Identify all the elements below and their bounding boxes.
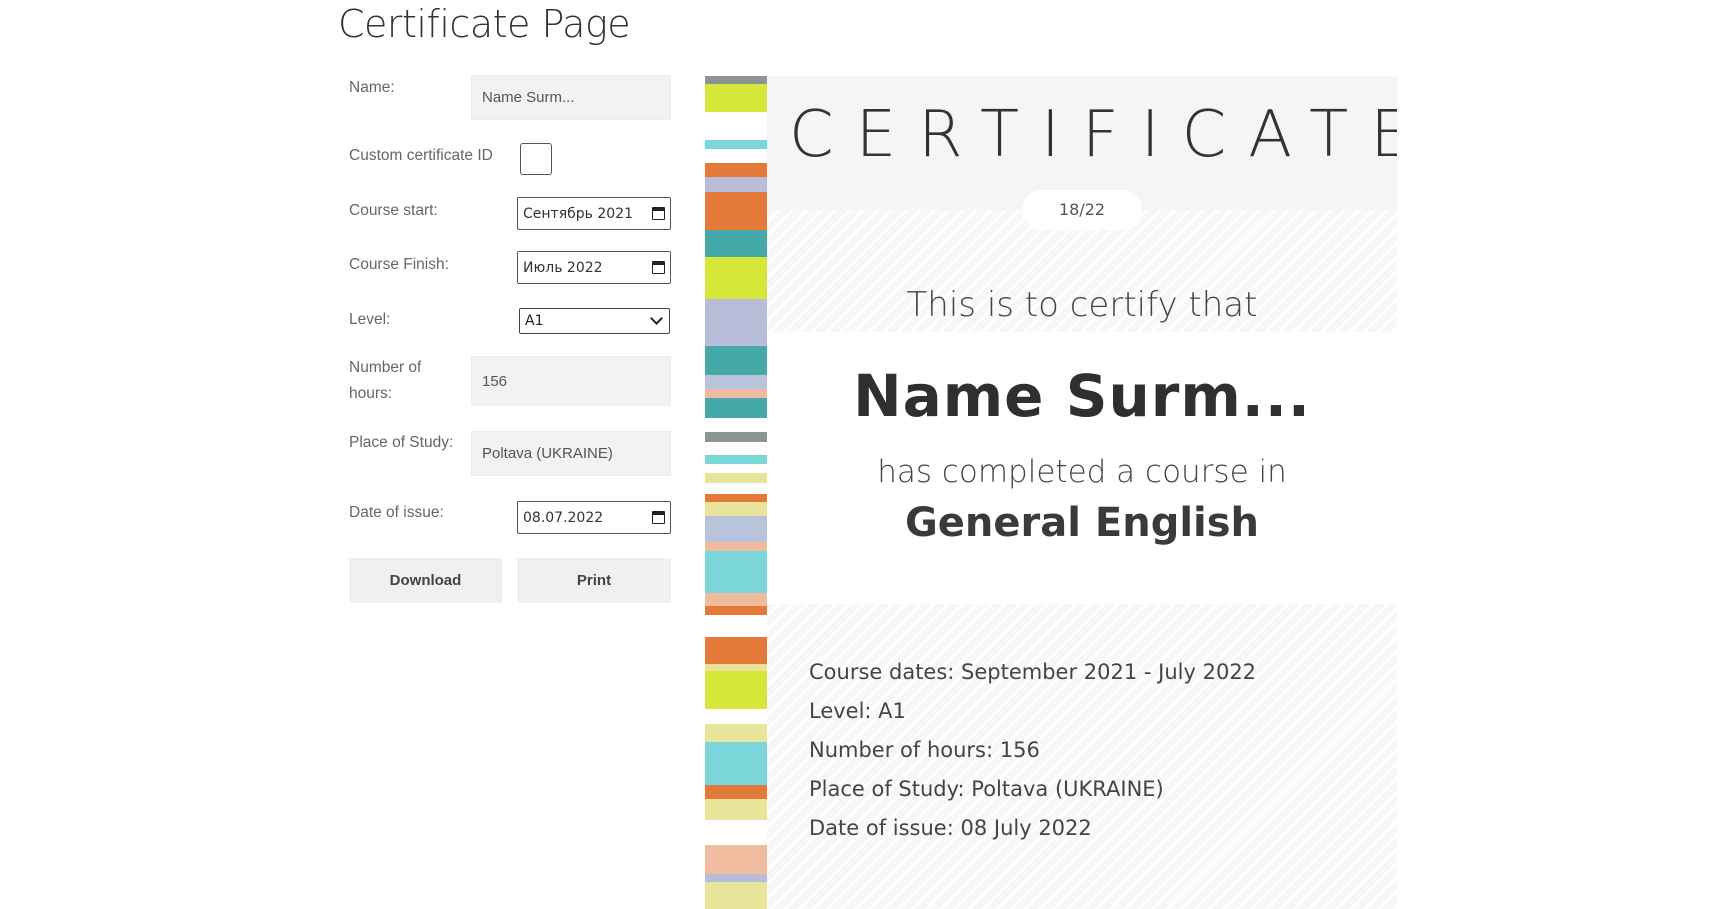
stripe-17 (705, 442, 767, 455)
stripe-26 (705, 551, 767, 593)
stripe-15 (705, 418, 767, 432)
name-input[interactable] (471, 75, 671, 120)
date-of-issue-input[interactable]: 08.07.2022 (517, 501, 671, 534)
detail-level: Level: A1 (809, 699, 906, 723)
stripe-11 (705, 346, 767, 375)
calendar-icon[interactable] (652, 511, 665, 524)
completed-line: has completed a course in (877, 454, 1287, 490)
stripe-14 (705, 398, 767, 418)
stripe-29 (705, 615, 767, 637)
custom-id-label: Custom certificate ID (349, 147, 493, 164)
stripe-40 (705, 874, 767, 882)
course-finish-value: Июль 2022 (523, 259, 603, 276)
stripe-6 (705, 177, 767, 192)
stripe-21 (705, 483, 767, 494)
download-button[interactable]: Download (349, 558, 502, 603)
hours-label: Number of (349, 359, 422, 376)
detail-date: Date of issue: 08 July 2022 (809, 816, 1092, 840)
course-finish-input[interactable]: Июль 2022 (517, 251, 671, 284)
stripe-37 (705, 799, 767, 820)
place-of-study-label: Place of Study: (349, 434, 454, 451)
name-label: Name: (349, 79, 395, 96)
level-select-value: A1 (525, 313, 544, 329)
stripe-18 (705, 455, 767, 464)
stripe-7 (705, 192, 767, 230)
stripe-38 (705, 820, 767, 845)
course-name: General English (904, 500, 1260, 546)
stripe-27 (705, 593, 767, 606)
stripe-36 (705, 785, 767, 799)
stripe-5 (705, 163, 767, 177)
stripe-31 (705, 664, 767, 671)
stripe-13 (705, 389, 767, 398)
certificate-preview: CERTIFICATE 18/22 This is to certify tha… (767, 76, 1397, 909)
stripe-8 (705, 230, 767, 257)
stripe-1 (705, 84, 767, 112)
hours-label-line2: hours: (349, 385, 393, 402)
place-of-study-input[interactable] (471, 431, 671, 476)
stripe-34 (705, 724, 767, 742)
course-start-label: Course start: (349, 202, 438, 219)
course-start-input[interactable]: Сентябрь 2021 (517, 197, 671, 230)
custom-id-checkbox[interactable] (520, 143, 552, 175)
stripe-25 (705, 542, 767, 551)
stripe-24 (705, 516, 767, 542)
stripe-23 (705, 502, 767, 516)
level-label: Level: (349, 311, 391, 328)
recipient-name: Name Surm... (853, 362, 1311, 430)
print-button[interactable]: Print (517, 558, 671, 603)
calendar-icon[interactable] (652, 261, 665, 274)
level-select[interactable]: A1 (519, 308, 670, 334)
date-of-issue-value: 08.07.2022 (523, 509, 604, 526)
stripe-22 (705, 494, 767, 502)
stripe-12 (705, 375, 767, 389)
stripe-2 (705, 112, 767, 140)
calendar-icon[interactable] (652, 207, 665, 220)
certificate-title: CERTIFICATE (789, 98, 1397, 172)
course-start-value: Сентябрь 2021 (523, 205, 633, 222)
stripe-0 (705, 76, 767, 84)
stripe-39 (705, 845, 767, 874)
stripe-10 (705, 299, 767, 346)
stripe-28 (705, 606, 767, 615)
date-of-issue-label: Date of issue: (349, 504, 444, 521)
course-finish-label: Course Finish: (349, 256, 449, 273)
stripe-4 (705, 149, 767, 163)
stripe-16 (705, 432, 767, 442)
detail-place: Place of Study: Poltava (UKRAINE) (809, 777, 1164, 801)
page-title: Certificate Page (338, 2, 631, 46)
stripe-30 (705, 637, 767, 664)
decorative-stripes (705, 76, 767, 909)
stripe-3 (705, 140, 767, 149)
stripe-32 (705, 671, 767, 709)
hours-input[interactable] (471, 356, 671, 406)
detail-hours: Number of hours: 156 (809, 738, 1040, 762)
stripe-9 (705, 257, 767, 299)
certificate-id-badge: 18/22 (1022, 190, 1142, 230)
detail-course-dates: Course dates: September 2021 - July 2022 (809, 660, 1257, 684)
chevron-down-icon (650, 312, 663, 325)
stripe-20 (705, 473, 767, 483)
certify-line: This is to certify that (906, 285, 1258, 325)
stripe-19 (705, 464, 767, 473)
stripe-33 (705, 709, 767, 724)
stripe-35 (705, 742, 767, 785)
